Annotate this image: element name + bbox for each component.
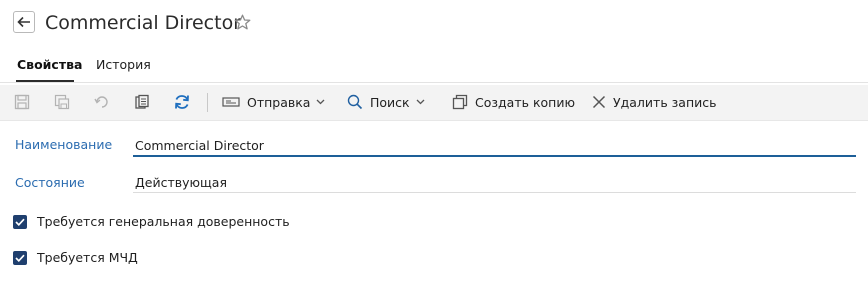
page-title: Commercial Director [45, 12, 242, 34]
mchd-required-label: Требуется МЧД [37, 250, 138, 265]
tab-properties[interactable]: Свойства [17, 57, 82, 73]
name-field-label: Наименование [15, 137, 113, 152]
chevron-down-icon [317, 99, 325, 105]
refresh-button[interactable] [172, 92, 192, 112]
close-icon [592, 95, 606, 109]
arrow-left-icon [17, 16, 30, 28]
star-icon[interactable] [234, 14, 251, 31]
tabs-divider [0, 82, 868, 83]
tab-history[interactable]: История [96, 57, 151, 73]
copy-clipboard-button[interactable] [132, 92, 152, 112]
checkmark-icon [15, 218, 25, 226]
delete-record-label: Удалить запись [613, 94, 717, 110]
state-field-label: Состояние [15, 175, 85, 190]
name-field[interactable] [133, 135, 856, 157]
save-close-icon [54, 94, 70, 110]
refresh-icon [175, 95, 189, 109]
state-value[interactable]: Действующая [135, 175, 227, 190]
general-power-of-attorney-label: Требуется генеральная доверенность [37, 214, 290, 229]
search-icon [347, 94, 363, 110]
create-copy-label: Создать копию [475, 94, 575, 110]
search-dropdown-button[interactable]: Поиск [347, 92, 425, 112]
save-button[interactable] [12, 92, 32, 112]
save-close-button[interactable] [52, 92, 72, 112]
send-icon [222, 97, 240, 107]
general-power-of-attorney-checkbox[interactable] [13, 215, 27, 229]
copy-icon [452, 94, 468, 110]
toolbar [0, 85, 868, 121]
save-icon [14, 94, 30, 110]
toolbar-separator [207, 93, 208, 112]
search-label: Поиск [370, 94, 410, 110]
clipboard-icon [135, 94, 149, 109]
chevron-down-icon [416, 99, 425, 105]
back-button[interactable] [13, 11, 35, 33]
mchd-required-checkbox[interactable] [13, 251, 27, 265]
state-field-underline [133, 192, 856, 193]
checkmark-icon [15, 254, 25, 262]
send-label: Отправка [247, 94, 311, 110]
undo-button[interactable] [92, 92, 112, 112]
undo-icon [94, 96, 108, 108]
create-copy-button[interactable]: Создать копию [452, 92, 575, 112]
send-dropdown-button[interactable]: Отправка [222, 92, 325, 112]
delete-record-button[interactable]: Удалить запись [592, 92, 717, 112]
